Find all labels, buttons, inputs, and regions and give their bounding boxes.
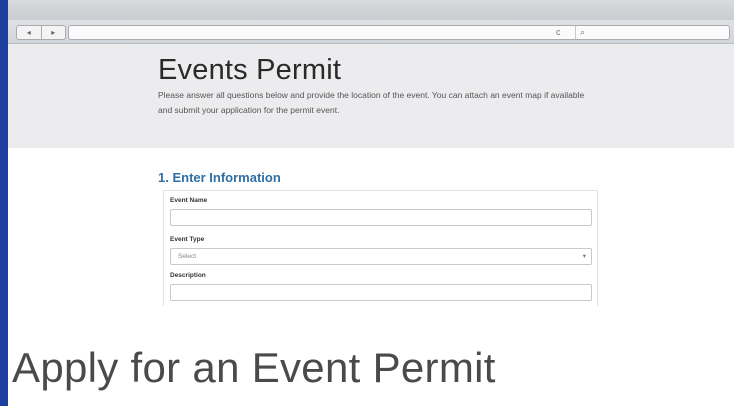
browser-window: ◂ ▸ c ⌕ Events Permit Please answer all … (8, 0, 734, 406)
forward-icon[interactable]: ▸ (40, 26, 66, 39)
nav-buttons: ◂ ▸ (16, 25, 66, 40)
browser-toolbar: ◂ ▸ c ⌕ (8, 20, 734, 44)
search-field[interactable]: ⌕ (575, 26, 636, 39)
back-icon[interactable]: ◂ (17, 26, 41, 39)
event-type-value: Select (178, 253, 197, 260)
event-name-label: Event Name (170, 197, 208, 204)
page-intro: Please answer all questions below and pr… (158, 90, 585, 115)
reload-icon[interactable]: c (556, 26, 561, 39)
section-title: 1. Enter Information (158, 170, 281, 185)
page-content: Events Permit Please answer all question… (8, 44, 734, 308)
search-icon: ⌕ (580, 27, 586, 37)
info-form: Event Name Event Type Select ▾ Descripti… (163, 190, 598, 308)
address-bar[interactable]: c ⌕ (68, 25, 730, 40)
description-label: Description (170, 272, 206, 279)
caption-area: Apply for an Event Permit (8, 306, 734, 406)
event-type-label: Event Type (170, 236, 205, 243)
dropdown-arrow-icon: ▾ (582, 253, 586, 260)
event-type-select[interactable]: Select ▾ (170, 248, 592, 265)
event-name-field[interactable] (170, 209, 592, 226)
page-header: Events Permit Please answer all question… (8, 44, 734, 148)
page-title: Events Permit (158, 54, 342, 86)
description-field[interactable] (170, 284, 592, 301)
window-titlebar (8, 0, 734, 21)
caption-text: Apply for an Event Permit (12, 344, 496, 391)
